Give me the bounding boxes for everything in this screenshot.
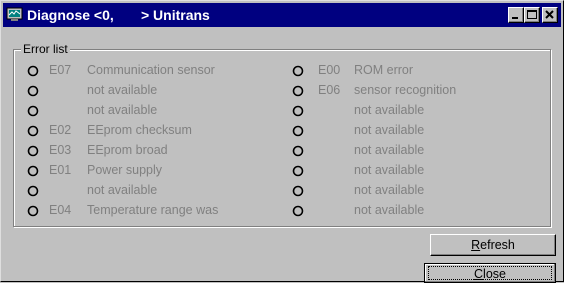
error-code: E00 [318, 63, 341, 77]
error-description: not available [354, 143, 425, 157]
status-radio-icon [292, 84, 304, 97]
error-description: not available [87, 103, 158, 117]
status-radio-icon [27, 144, 39, 157]
maximize-icon [527, 10, 537, 19]
refresh-button[interactable]: Refresh [430, 234, 556, 256]
status-radio-icon [27, 64, 39, 77]
status-radio-icon [292, 124, 304, 137]
status-radio-icon [292, 204, 304, 217]
error-code: E07 [49, 63, 72, 77]
status-radio-icon [292, 144, 304, 157]
close-icon [545, 10, 554, 19]
refresh-mnemonic: R [471, 238, 481, 252]
status-radio-icon [292, 164, 304, 177]
status-radio-icon [292, 184, 304, 197]
error-row: not available [27, 81, 267, 99]
error-description: sensor recognition [354, 83, 457, 97]
error-description: Temperature range was [87, 203, 219, 217]
maximize-button[interactable] [524, 7, 540, 23]
error-code: E06 [318, 83, 341, 97]
error-code: E03 [49, 143, 72, 157]
error-row: not available [292, 181, 532, 199]
minimize-icon [512, 17, 518, 19]
error-description: Communication sensor [87, 63, 215, 77]
error-row: not available [292, 161, 532, 179]
close-label: lose [483, 267, 506, 281]
close-window-button[interactable] [542, 7, 558, 23]
status-radio-icon [27, 84, 39, 97]
window-title: Diagnose <0, > Unitrans [27, 7, 210, 23]
error-description: not available [354, 103, 425, 117]
error-description: EEprom checksum [87, 123, 192, 137]
minimize-button[interactable] [508, 7, 524, 23]
error-row: not available [27, 101, 267, 119]
status-radio-icon [27, 184, 39, 197]
status-radio-icon [27, 124, 39, 137]
error-code: E04 [49, 203, 72, 217]
focus-rect: Close [428, 266, 552, 281]
title-bar[interactable]: Diagnose <0, > Unitrans [3, 3, 561, 27]
error-description: EEprom broad [87, 143, 168, 157]
error-row: not available [292, 121, 532, 139]
error-description: not available [354, 203, 425, 217]
error-row: not available [292, 141, 532, 159]
diagnose-window: Diagnose <0, > Unitrans Error list E07 Co… [0, 0, 564, 283]
error-list-label: Error list [21, 42, 70, 56]
error-code: E02 [49, 123, 72, 137]
error-row: E00 ROM error [292, 61, 532, 79]
error-code: E01 [49, 163, 72, 177]
status-radio-icon [292, 104, 304, 117]
status-radio-icon [292, 64, 304, 77]
diagnostic-app-icon[interactable] [6, 6, 23, 23]
close-mnemonic: C [474, 267, 484, 281]
status-radio-icon [27, 204, 39, 217]
error-description: Power supply [87, 163, 163, 177]
error-description: not available [354, 163, 425, 177]
close-button[interactable]: Close [424, 263, 556, 283]
error-row: E01 Power supply [27, 161, 267, 179]
error-row: E07 Communication sensor [27, 61, 267, 79]
error-row: not available [292, 201, 532, 219]
error-row: E04 Temperature range was [27, 201, 267, 219]
error-row: E06 sensor recognition [292, 81, 532, 99]
error-row: not available [27, 181, 267, 199]
error-row: not available [292, 101, 532, 119]
refresh-label: efresh [480, 238, 515, 252]
error-row: E03 EEprom broad [27, 141, 267, 159]
error-description: not available [354, 123, 425, 137]
error-description: not available [87, 83, 158, 97]
status-radio-icon [27, 164, 39, 177]
error-description: not available [87, 183, 158, 197]
error-description: not available [354, 183, 425, 197]
status-radio-icon [27, 104, 39, 117]
error-row: E02 EEprom checksum [27, 121, 267, 139]
error-description: ROM error [354, 63, 414, 77]
